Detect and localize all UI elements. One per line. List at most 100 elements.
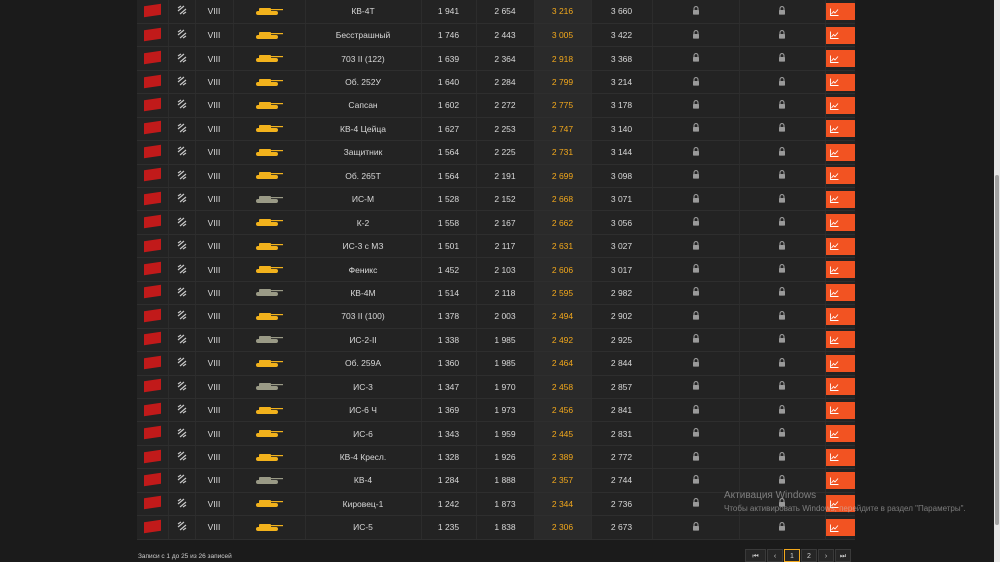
stats-chart-button[interactable] [825,2,855,20]
type-cell [168,164,196,189]
stats-chart-button[interactable] [825,307,855,325]
stats-chart-button[interactable] [825,50,855,68]
tank-icon [256,476,283,484]
ussr-flag-icon [143,168,161,182]
value-1-cell: 1 640 [421,70,477,95]
lock-icon [779,193,785,203]
locked-cell-1 [652,210,740,235]
stats-chart-button[interactable] [825,354,855,372]
stats-chart-button[interactable] [825,261,855,279]
lock-icon [779,451,785,461]
tier-cell: VIII [195,398,234,423]
lock-icon [692,357,699,367]
chart-line-icon [829,219,838,227]
table-row: VIII ИС-2-II 1 338 1 985 2 492 2 925 [137,328,855,353]
page-1-button[interactable]: 1 [784,549,800,562]
action-cell [825,328,855,353]
tank-name-cell: Об. 252У [305,70,422,95]
ussr-flag-icon [143,121,161,135]
lock-icon [692,475,699,484]
nation-cell [137,93,169,118]
locked-cell-2 [739,375,826,399]
action-cell [825,140,855,165]
value-1-cell: 1 528 [421,187,477,212]
stats-chart-button[interactable] [825,143,855,161]
action-cell [825,187,855,212]
next-page-button[interactable]: › [818,549,834,562]
locked-cell-1 [652,281,740,306]
scrollbar-thumb[interactable] [995,175,999,525]
nation-cell [137,46,169,71]
stats-chart-button[interactable] [825,190,855,208]
lock-icon [692,6,699,15]
stats-chart-button[interactable] [825,471,855,489]
value-3-cell: 2 668 [534,187,592,212]
stats-chart-button[interactable] [825,284,855,302]
chart-line-icon [829,8,838,16]
stats-chart-button[interactable] [825,96,855,114]
type-cell [168,468,196,493]
value-1-cell: 1 369 [421,398,477,423]
ussr-flag-icon [143,425,161,440]
value-3-cell: 2 699 [534,164,592,189]
value-4-cell: 3 660 [591,0,653,24]
lock-icon [779,6,785,15]
locked-cell-2 [739,351,826,376]
table-body: VIII КВ-4Т 1 941 2 654 3 216 3 660 VIII … [137,0,855,540]
value-2-cell: 1 970 [476,375,535,399]
chart-line-icon [829,31,838,40]
ussr-flag-icon [143,144,161,159]
locked-cell-1 [652,445,740,470]
tank-image-cell [233,0,306,24]
chart-line-icon [829,383,838,391]
lock-icon [692,287,699,297]
tier-cell: VIII [195,492,234,517]
prev-page-button[interactable]: ‹ [767,549,783,562]
stats-chart-button[interactable] [825,73,855,91]
tank-name-cell: 703 II (122) [305,46,422,71]
value-2-cell: 2 225 [476,140,535,165]
type-cell [168,257,196,282]
value-2-cell: 2 253 [476,117,535,142]
tank-icon [256,523,283,531]
stats-chart-button[interactable] [825,401,855,419]
nation-cell [137,234,169,259]
page-2-button[interactable]: 2 [801,549,817,562]
action-cell [825,375,855,399]
tank-image-cell [233,93,306,118]
value-3-cell: 2 306 [534,515,592,540]
tank-icon [256,500,283,508]
ussr-flag-icon [143,97,161,112]
type-cell [168,304,196,329]
page-scrollbar[interactable] [994,0,1000,562]
value-4-cell: 2 841 [591,398,653,423]
locked-cell-1 [652,0,740,24]
stats-chart-button[interactable] [825,120,855,138]
action-cell [825,70,855,95]
value-1-cell: 1 514 [421,281,477,306]
lock-icon [692,334,699,343]
stats-chart-button[interactable] [825,331,855,349]
stats-chart-button[interactable] [825,518,855,536]
chart-line-icon [829,266,838,274]
stats-chart-button[interactable] [825,448,855,466]
stats-chart-button[interactable] [825,26,855,44]
locked-cell-2 [739,257,826,282]
value-4-cell: 3 368 [591,46,653,71]
stats-chart-button[interactable] [825,378,855,396]
value-3-cell: 2 731 [534,140,592,165]
chart-line-icon [829,102,838,110]
last-page-button[interactable]: ⏭ [835,549,851,562]
type-cell [168,351,196,376]
lock-icon [779,29,785,39]
first-page-button[interactable]: ⏮ [745,549,766,562]
locked-cell-1 [652,164,740,189]
stats-chart-button[interactable] [825,425,855,443]
stats-chart-button[interactable] [825,237,855,255]
nation-cell [137,421,169,446]
stats-chart-button[interactable] [825,167,855,185]
stats-chart-button[interactable] [825,214,855,232]
nation-cell [137,515,169,540]
lock-icon [692,521,699,531]
locked-cell-1 [652,375,740,399]
